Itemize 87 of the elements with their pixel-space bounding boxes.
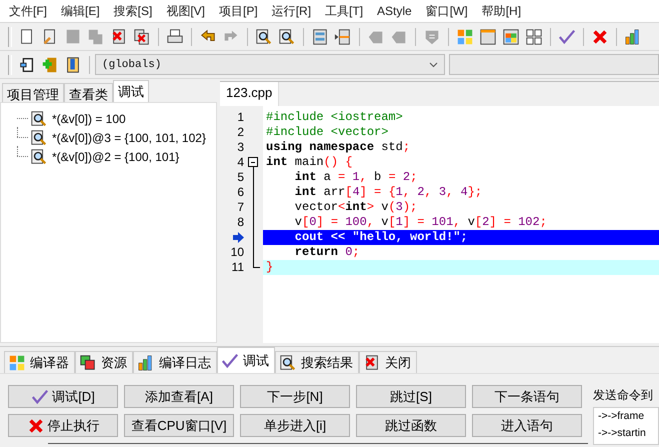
menu-item[interactable]: 项目[P] [212,2,265,20]
code-line: #include <vector> [265,125,390,140]
line-number: 11 [232,260,244,275]
code-line: int a = 1, b = 2; [294,170,418,185]
line-number: 10 [230,245,244,260]
debug-button[interactable]: 调试[D] [8,385,118,408]
output-line: ->->frame [598,410,646,424]
menu-item[interactable]: 编辑[E] [54,2,107,20]
close-file-icon [110,28,128,46]
code-line: int arr[4] = {1, 2, 3, 4}; [294,185,484,200]
chevron-down-icon [429,62,438,68]
debug-button[interactable]: 跳过函数 [356,414,466,437]
add-file-icon [41,56,59,74]
watch-item[interactable]: *(&v[0]) = 100 [52,112,126,126]
output-tab[interactable]: 编译日志 [133,351,217,373]
code-line: v[0] = 100, v[1] = 101, v[2] = 102; [294,215,548,230]
debug-button[interactable]: 停止执行 [8,414,118,437]
panel-tab[interactable]: 调试 [113,80,149,102]
search-icon [30,110,48,128]
check-icon [221,352,239,370]
arrow-right-icon [233,232,244,243]
search-icon [30,148,48,166]
output-tab[interactable]: 资源 [75,351,133,373]
debug-button[interactable]: 单步进入[i] [240,414,350,437]
line-number: 2 [237,125,244,140]
debug-button[interactable]: 添加查看[A] [124,385,234,408]
output-tab[interactable]: 调试 [217,347,275,373]
menu-item[interactable]: 窗口[W] [418,2,475,20]
grid-outline-icon [525,28,543,46]
close-all-icon [133,28,151,46]
panel-tab[interactable]: 项目管理 [2,83,64,102]
code-line: #include <iostream> [265,110,404,125]
output-tab[interactable]: 搜索结果 [275,351,359,373]
menu-item[interactable]: 工具[T] [318,2,370,20]
window-icon [479,28,497,46]
menu-item[interactable]: AStyle [370,4,419,18]
search-icon [255,28,273,46]
menu-item[interactable]: 搜索[S] [106,2,160,20]
scope-dropdown[interactable]: (globals) [95,54,445,75]
resources-icon [79,354,97,372]
command-label: 发送命令到 [593,387,654,404]
grid-icon [456,28,474,46]
code-line: return 0; [294,245,361,260]
fold-toggle[interactable] [248,157,258,167]
debug-button[interactable]: 跳过[S] [356,385,466,408]
disks-icon [87,28,105,46]
line-number: 8 [237,215,244,230]
menu-item[interactable]: 运行[R] [264,2,318,20]
menu-item[interactable]: 帮助[H] [474,2,528,20]
check-icon [31,388,50,406]
color-window-icon [502,28,520,46]
watch-item[interactable]: *(&v[0])@2 = {100, 101} [52,150,180,164]
check-icon [558,28,576,46]
grid-icon [8,354,26,372]
code-line: using namespace std; [265,140,412,155]
cross-icon [26,416,44,434]
exit-door-icon [18,56,36,74]
insert-icon [334,28,352,46]
search-icon [30,128,48,146]
line-number: 3 [237,140,244,155]
printer-icon [166,28,184,46]
code-line: int main() { [265,155,354,170]
menu-item[interactable]: 视图[V] [159,2,212,20]
panel-icon [311,28,329,46]
line-number: 7 [237,200,244,215]
search-icon [279,354,297,372]
debug-button[interactable]: 下一步[N] [240,385,350,408]
menu-item[interactable]: 文件[F] [2,2,54,20]
search-next-icon [278,28,296,46]
line-number: 6 [237,185,244,200]
debug-button[interactable]: 下一条语句 [472,385,582,408]
panel-tab[interactable]: 查看类 [64,83,113,102]
watch-item[interactable]: *(&v[0])@3 = {100, 101, 102} [52,130,206,144]
output-tab[interactable]: 编译器 [4,351,75,373]
line-number: 1 [237,110,244,125]
debug-button[interactable]: 进入语句 [472,414,582,437]
line-number: 5 [237,170,244,185]
line-number: 4 [237,155,244,170]
cross-icon [591,28,609,46]
file-tab[interactable]: 123.cpp [220,82,280,106]
output-line: ->->startin [598,427,647,441]
output-tab[interactable]: 关闭 [359,351,417,373]
debug-button[interactable]: 查看CPU窗口[V] [124,414,234,437]
shield-icon [423,28,441,46]
code-line: vector<int> v(3); [294,200,418,215]
close-file-icon [363,354,381,372]
book-icon [64,56,82,74]
